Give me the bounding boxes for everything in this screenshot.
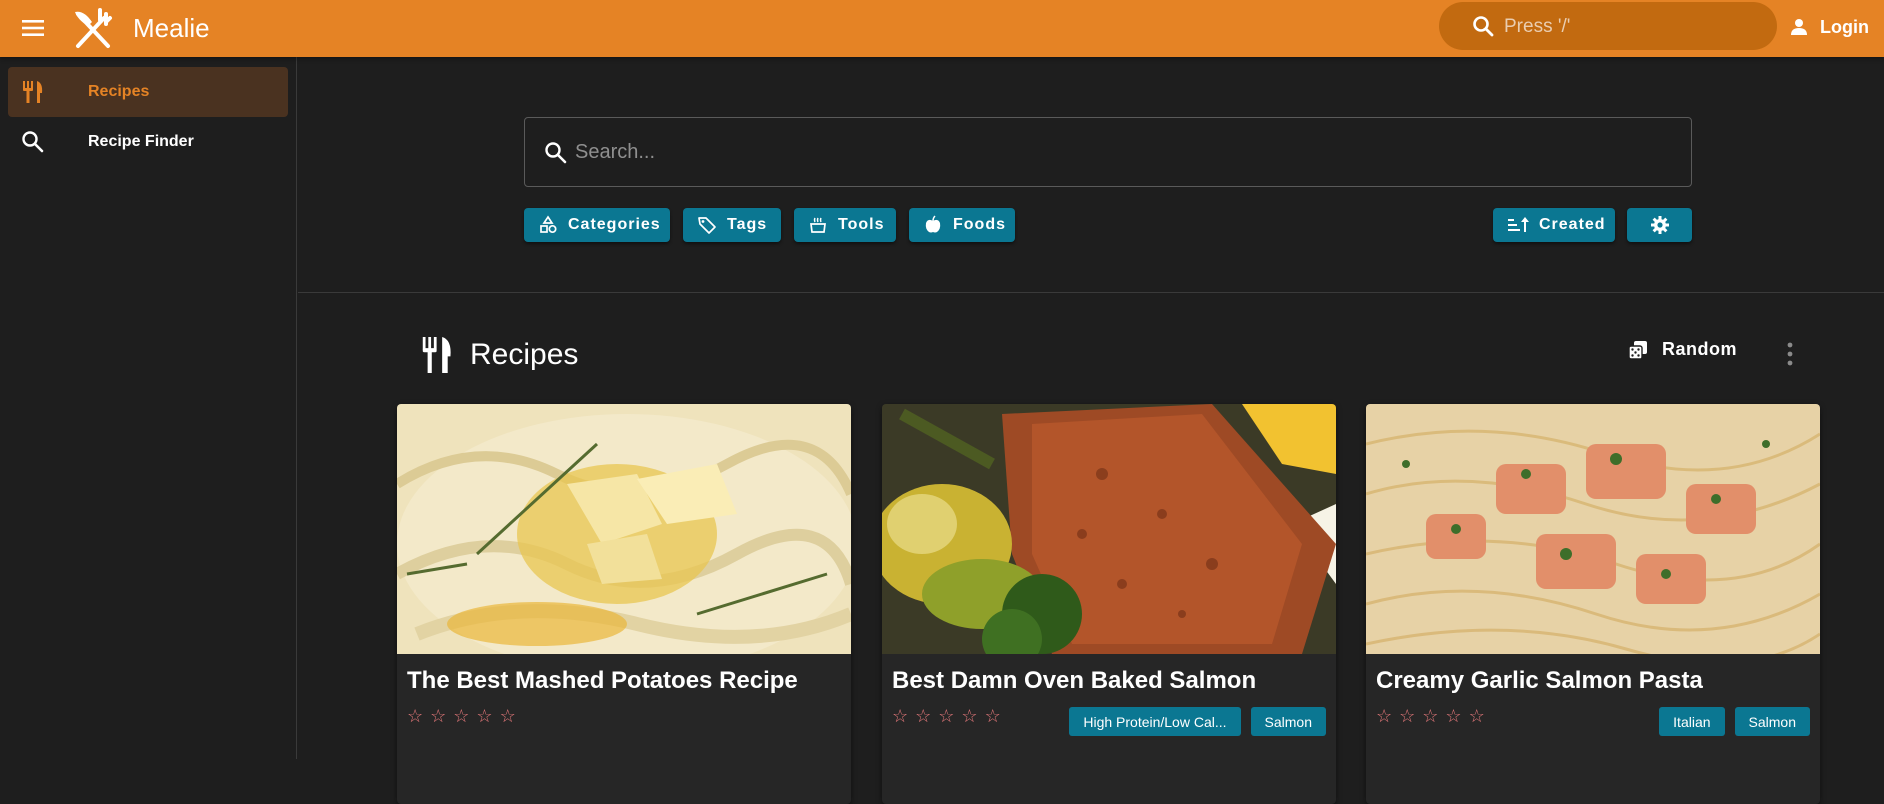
star-icon[interactable]: ☆ [1469, 706, 1485, 727]
foods-label: Foods [953, 216, 1006, 233]
sort-label: Created [1539, 216, 1606, 233]
sidebar: Recipes Recipe Finder [0, 57, 297, 759]
recipe-title[interactable]: The Best Mashed Potatoes Recipe [407, 667, 798, 695]
rating-stars[interactable]: ☆ ☆ ☆ ☆ ☆ [407, 706, 516, 727]
divider [298, 292, 1884, 293]
global-search-placeholder: Press '/' [1504, 16, 1571, 37]
recipe-image[interactable] [397, 404, 851, 654]
recipe-image[interactable] [1366, 404, 1820, 654]
recipe-search-input[interactable]: Search... [524, 117, 1692, 187]
star-icon[interactable]: ☆ [453, 706, 469, 727]
login-label: Login [1820, 16, 1869, 37]
search-icon [22, 131, 44, 153]
recipe-card[interactable]: Best Damn Oven Baked Salmon ☆ ☆ ☆ ☆ ☆ Hi… [882, 404, 1336, 804]
search-icon [545, 142, 567, 164]
recipe-card[interactable]: The Best Mashed Potatoes Recipe ☆ ☆ ☆ ☆ … [397, 404, 851, 804]
foods-button[interactable]: Foods [909, 208, 1015, 242]
search-placeholder: Search... [575, 141, 656, 163]
categories-label: Categories [568, 216, 661, 233]
recipe-tags: Italian Salmon [1659, 707, 1810, 736]
user-icon [1791, 19, 1807, 35]
section-header: Recipes [420, 335, 578, 375]
tag-chip[interactable]: Italian [1659, 707, 1725, 736]
star-icon[interactable]: ☆ [1376, 706, 1392, 727]
search-icon [1473, 16, 1494, 37]
star-icon[interactable]: ☆ [961, 706, 977, 727]
tools-button[interactable]: Tools [794, 208, 896, 242]
star-icon[interactable]: ☆ [407, 706, 423, 727]
tag-chip[interactable]: Salmon [1250, 707, 1326, 736]
tag-chip[interactable]: High Protein/Low Cal... [1069, 707, 1241, 736]
menu-icon[interactable] [20, 16, 46, 40]
settings-button[interactable] [1627, 208, 1692, 242]
sort-button[interactable]: Created [1493, 208, 1615, 242]
sort-ascending-icon [1508, 217, 1529, 232]
star-icon[interactable]: ☆ [1399, 706, 1415, 727]
tag-icon [698, 217, 716, 234]
section-title: Recipes [470, 338, 579, 371]
mealie-logo-icon[interactable] [70, 6, 116, 52]
app-bar: Mealie Press '/' Login [0, 0, 1884, 57]
fork-knife-icon [422, 337, 451, 373]
app-title[interactable]: Mealie [133, 13, 210, 44]
sidebar-item-recipes[interactable]: Recipes [8, 67, 288, 117]
fork-knife-icon [23, 81, 43, 103]
apple-icon [925, 215, 941, 233]
more-options-icon[interactable] [1778, 339, 1802, 369]
star-icon[interactable]: ☆ [1422, 706, 1438, 727]
recipe-image[interactable] [882, 404, 1336, 654]
global-search-input[interactable]: Press '/' [1439, 2, 1777, 50]
recipe-card[interactable]: Creamy Garlic Salmon Pasta ☆ ☆ ☆ ☆ ☆ Ita… [1366, 404, 1820, 804]
rating-stars[interactable]: ☆ ☆ ☆ ☆ ☆ [1376, 706, 1485, 727]
shapes-icon [540, 215, 557, 234]
rating-stars[interactable]: ☆ ☆ ☆ ☆ ☆ [892, 706, 1001, 727]
tags-label: Tags [727, 216, 768, 233]
star-icon[interactable]: ☆ [985, 706, 1001, 727]
tools-label: Tools [838, 216, 885, 233]
star-icon[interactable]: ☆ [500, 706, 516, 727]
tag-chip[interactable]: Salmon [1734, 707, 1810, 736]
recipe-title[interactable]: Creamy Garlic Salmon Pasta [1376, 667, 1703, 695]
random-button[interactable]: Random [1628, 339, 1737, 360]
tags-button[interactable]: Tags [683, 208, 781, 242]
random-label: Random [1662, 339, 1737, 359]
dice-icon [1628, 340, 1647, 360]
gear-icon [1650, 216, 1669, 234]
main-content: Search... Categories Tags Tools Foods Cr… [298, 57, 1884, 804]
star-icon[interactable]: ☆ [476, 706, 492, 727]
recipe-title[interactable]: Best Damn Oven Baked Salmon [892, 667, 1256, 695]
categories-button[interactable]: Categories [524, 208, 670, 242]
sidebar-item-label: Recipe Finder [88, 133, 194, 150]
login-button[interactable]: Login [1790, 14, 1869, 40]
sidebar-item-label: Recipes [88, 83, 150, 100]
star-icon[interactable]: ☆ [1445, 706, 1461, 727]
star-icon[interactable]: ☆ [915, 706, 931, 727]
star-icon[interactable]: ☆ [938, 706, 954, 727]
star-icon[interactable]: ☆ [430, 706, 446, 727]
pot-icon [810, 217, 826, 233]
recipe-tags: High Protein/Low Cal... Salmon [1069, 707, 1326, 736]
star-icon[interactable]: ☆ [892, 706, 908, 727]
sidebar-item-recipe-finder[interactable]: Recipe Finder [8, 117, 288, 167]
